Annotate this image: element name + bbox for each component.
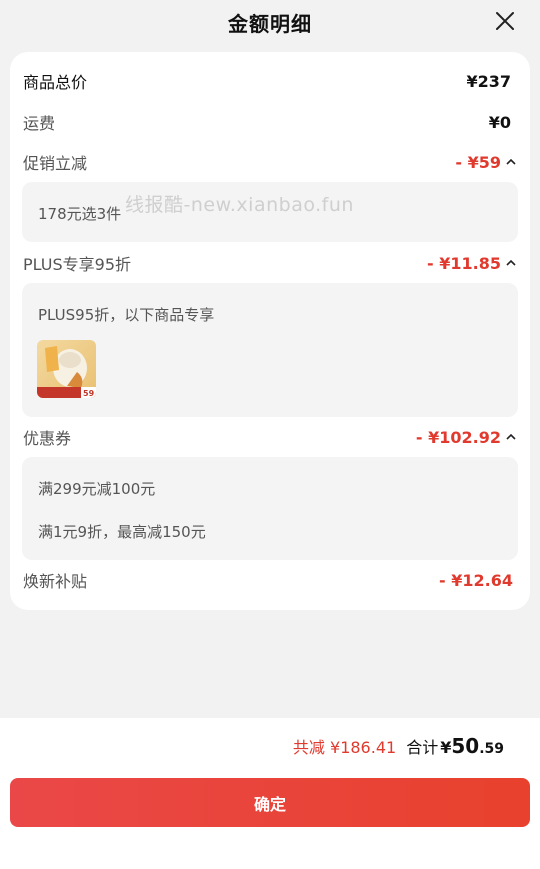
shipping-label: 运费 — [23, 114, 56, 133]
plus-detail-panel: PLUS95折，以下商品专享 59 — [22, 283, 518, 417]
product-thumbnail[interactable]: 59 — [37, 340, 96, 398]
row-plus[interactable]: PLUS专享95折 - ¥11.85 — [23, 248, 517, 278]
total-price-label: 商品总价 — [23, 73, 88, 92]
coupon-detail-panel: 满299元减100元 满1元9折，最高减150元 — [22, 457, 518, 560]
chevron-up-icon[interactable] — [505, 431, 517, 443]
shipping-amount: ¥0 — [488, 112, 511, 132]
total-saved: 共减 ¥186.41 — [292, 738, 397, 757]
total-label: 合计 — [406, 738, 439, 757]
chevron-up-icon[interactable] — [505, 257, 517, 269]
promo-amount[interactable]: - ¥59 — [455, 153, 517, 172]
close-icon[interactable] — [494, 10, 516, 32]
promo-label: 促销立减 — [23, 154, 88, 173]
subsidy-amount: - ¥12.64 — [439, 570, 513, 590]
row-total-price: 商品总价 ¥237 — [23, 66, 517, 96]
total-price-amount: ¥237 — [466, 71, 511, 91]
promo-detail-text: 178元选3件 — [38, 205, 122, 223]
bottom-bar: 共减 ¥186.41 合计 ¥ 50 .59 确定 — [0, 718, 540, 869]
row-subsidy: 焕新补贴 - ¥12.64 — [23, 565, 517, 595]
svg-text:59: 59 — [83, 389, 95, 398]
chevron-up-icon[interactable] — [505, 156, 517, 168]
subsidy-label: 焕新补贴 — [23, 572, 88, 591]
header: 金额明细 — [0, 0, 540, 44]
plus-amount[interactable]: - ¥11.85 — [427, 254, 517, 273]
price-detail-card: 商品总价 ¥237 运费 ¥0 促销立减 - ¥59 178元选3件 PLUS专… — [10, 52, 530, 610]
total-decimal: .59 — [479, 741, 504, 757]
coupon-label: 优惠券 — [23, 429, 72, 448]
coupon-detail-line-2: 满1元9折，最高减150元 — [38, 523, 206, 541]
coupon-detail-line-1: 满299元减100元 — [38, 480, 156, 498]
row-coupon[interactable]: 优惠券 - ¥102.92 — [23, 422, 517, 452]
plus-detail-text: PLUS95折，以下商品专享 — [38, 306, 215, 324]
total-currency: ¥ — [440, 738, 452, 757]
page-title: 金额明细 — [228, 11, 312, 36]
row-promo[interactable]: 促销立减 - ¥59 — [23, 147, 517, 177]
price-summary: 共减 ¥186.41 合计 ¥ 50 .59 — [293, 734, 504, 758]
total-integer: 50 — [451, 734, 480, 758]
confirm-button[interactable]: 确定 — [10, 778, 530, 827]
watermark-text: 线报酷-new.xianbao.fun — [125, 194, 354, 216]
row-shipping: 运费 ¥0 — [23, 107, 517, 137]
coupon-amount[interactable]: - ¥102.92 — [416, 428, 517, 447]
plus-label: PLUS专享95折 — [23, 255, 131, 274]
